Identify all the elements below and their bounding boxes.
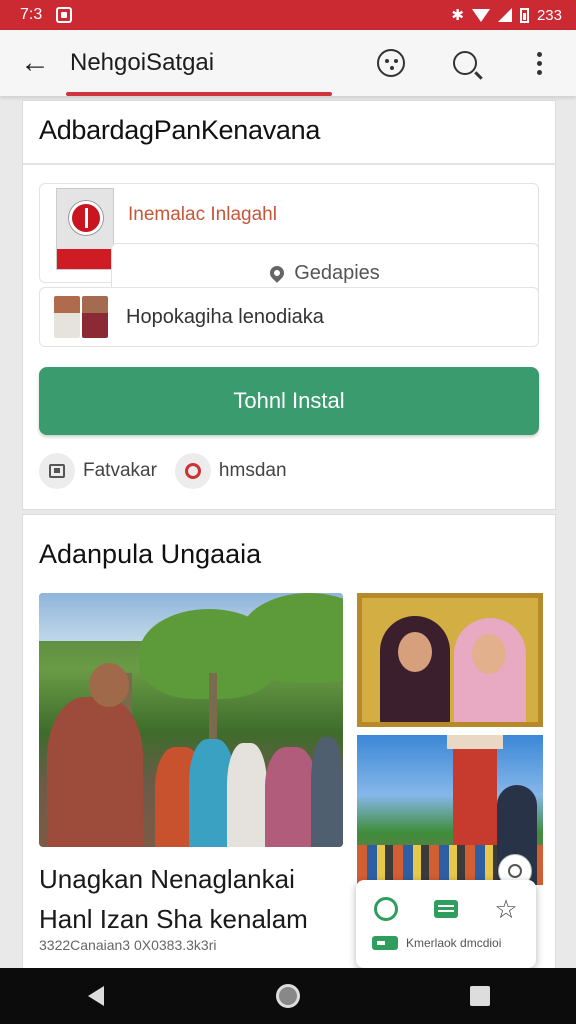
arrow-left-icon: ← (20, 46, 50, 79)
emoji-button[interactable] (354, 30, 428, 96)
search-button[interactable] (428, 30, 502, 96)
article-title-line: Hanl Izan Sha kenalam (39, 904, 308, 934)
photo-tower (447, 735, 503, 861)
share-footer: Kmerlaok dmcdioi (356, 924, 536, 950)
side-photo[interactable] (357, 593, 543, 727)
photo-person (265, 747, 317, 847)
person-thumbnail (82, 296, 108, 338)
ring-icon (184, 463, 201, 479)
article-photo[interactable] (39, 593, 343, 847)
tab-indicator (66, 92, 332, 96)
app-bar: ← NehgoiSatgai (0, 30, 576, 96)
divider (23, 163, 555, 165)
photo-head (89, 663, 129, 707)
share-icons: ☆ (356, 880, 536, 924)
message-button[interactable] (431, 894, 461, 924)
article-title[interactable]: Unagkan Nenaglankai Hanl Izan Sha kenala… (39, 859, 339, 939)
chip-fatvakar[interactable]: Fatvakar (39, 453, 157, 489)
search-icon (453, 51, 477, 75)
nav-back-button[interactable] (66, 968, 126, 1024)
photo-face (398, 632, 432, 672)
nav-home-button[interactable] (258, 968, 318, 1024)
chip-icon-bg (39, 453, 75, 489)
people-label: Hopokagiha lenodiaka (126, 305, 324, 328)
logo-band (57, 249, 113, 269)
people-row[interactable]: Hopokagiha lenodiaka (39, 287, 539, 347)
favorite-button[interactable]: ☆ (491, 894, 521, 924)
wifi-icon (471, 8, 490, 22)
chip-icon-bg (174, 453, 211, 489)
section-heading: Adanpula Ungaaia (39, 539, 262, 569)
camera-icon (372, 936, 398, 950)
logo-emblem-icon (69, 201, 103, 235)
signal-icon (497, 8, 512, 22)
photo-person (47, 697, 143, 847)
chip-hmsdan[interactable]: hmsdan (174, 453, 287, 489)
calendar-icon (49, 464, 65, 478)
system-nav-bar (0, 968, 576, 1024)
org-name: Inemalac Inlagahl (128, 204, 277, 225)
more-options-button[interactable] (502, 30, 576, 96)
back-button[interactable]: ← (0, 46, 70, 80)
whatsapp-icon (374, 897, 398, 921)
notification-icon (56, 7, 73, 23)
card-heading: AdbardagPanKenavana (39, 115, 321, 145)
share-popup: ☆ Kmerlaok dmcdioi (356, 880, 536, 968)
more-vert-icon (536, 51, 542, 75)
nav-recents-icon (470, 986, 490, 1006)
location-label: Gedapies (294, 261, 380, 284)
listing-card: AdbardagPanKenavana Inemalac Inlagahl Ge… (22, 100, 556, 510)
status-left: 7:3 (20, 6, 73, 24)
photo-person (227, 743, 267, 847)
status-time: 7:3 (20, 6, 43, 23)
people-thumbnails (54, 296, 108, 338)
status-right: ✱ 233 (451, 6, 562, 25)
install-button[interactable]: Tohnl Instal (39, 367, 539, 435)
nav-recents-button[interactable] (450, 968, 510, 1024)
photo-person (311, 737, 343, 847)
battery-icon (519, 7, 529, 23)
chip-label: hmsdan (218, 460, 287, 481)
nav-back-icon (88, 986, 104, 1006)
article-title-line: Unagkan Nenaglankai (39, 864, 295, 894)
message-icon (434, 900, 458, 918)
nav-home-icon (276, 984, 300, 1008)
chip-row: Fatvakar hmsdan (39, 453, 287, 489)
chip-label: Fatvakar (83, 460, 157, 481)
location-pin-icon (267, 263, 288, 283)
share-footer-label: Kmerlaok dmcdioi (406, 936, 502, 950)
photo-face (472, 634, 506, 674)
page-title: NehgoiSatgai (70, 49, 215, 76)
face-icon (377, 49, 405, 77)
bluetooth-icon: ✱ (451, 7, 464, 24)
org-logo (56, 188, 114, 270)
status-bar: 7:3 ✱ 233 (0, 0, 576, 30)
whatsapp-button[interactable] (371, 894, 401, 924)
person-thumbnail (54, 296, 80, 338)
article-meta: 3322Canaian3 0X0383.3k3ri (39, 937, 217, 953)
status-battery-text: 233 (536, 6, 562, 24)
star-icon: ☆ (494, 894, 518, 924)
